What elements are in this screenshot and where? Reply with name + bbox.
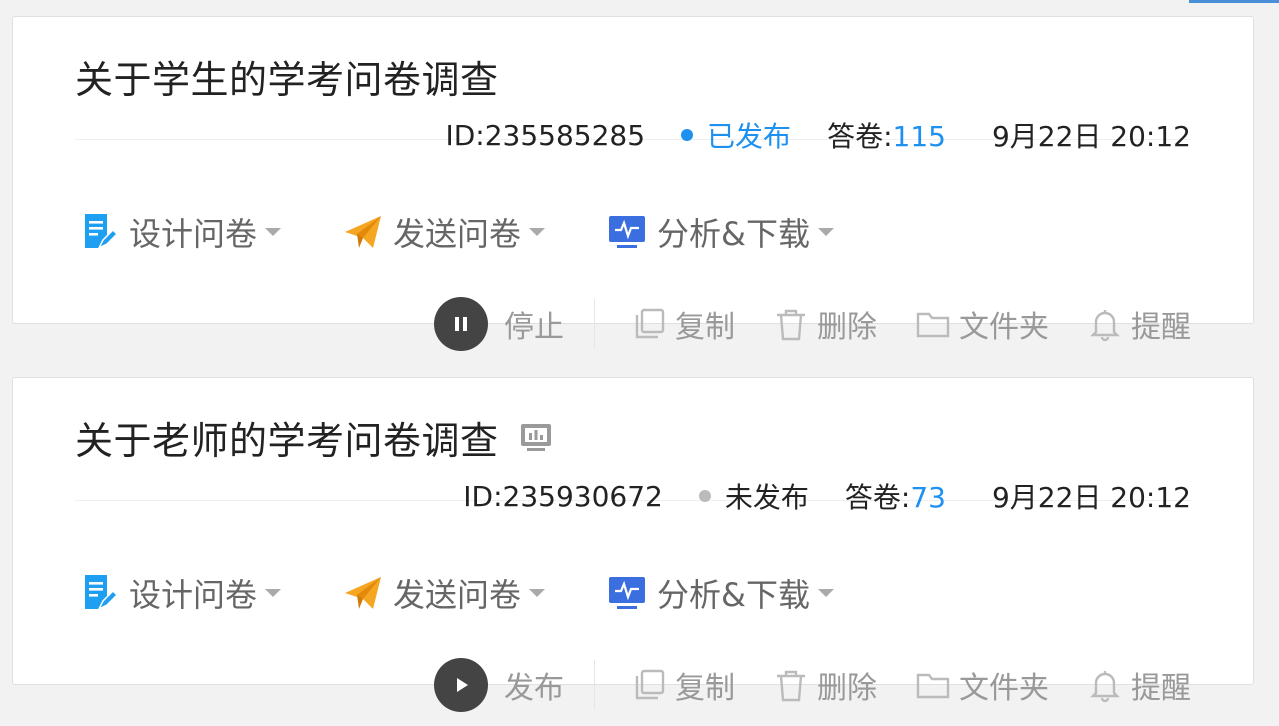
survey-datetime: 9月22日 20:12 bbox=[991, 481, 1191, 514]
stop-button[interactable]: 停止 bbox=[434, 297, 595, 351]
action-bar: 设计问卷 发送问卷 分析&下载 bbox=[79, 209, 834, 255]
remind-button[interactable]: 提醒 bbox=[1087, 302, 1191, 346]
copy-button[interactable]: 复制 bbox=[631, 302, 735, 346]
send-survey-label: 发送问卷 bbox=[393, 215, 522, 253]
publish-button[interactable]: 发布 bbox=[434, 658, 595, 712]
folder-label: 文件夹 bbox=[959, 671, 1049, 706]
paper-plane-icon bbox=[345, 577, 382, 609]
folder-label: 文件夹 bbox=[959, 310, 1049, 345]
trash-icon bbox=[777, 309, 805, 341]
toolbar: 停止 复制 删除 文件夹 提醒 bbox=[434, 297, 1191, 351]
delete-button[interactable]: 删除 bbox=[773, 663, 877, 707]
chevron-down-icon bbox=[818, 589, 834, 597]
remind-button[interactable]: 提醒 bbox=[1087, 663, 1191, 707]
folder-icon bbox=[916, 312, 950, 338]
design-survey-label: 设计问卷 bbox=[129, 576, 258, 614]
survey-title[interactable]: 关于学生的学考问卷调查 bbox=[75, 49, 499, 104]
copy-label: 复制 bbox=[675, 310, 735, 345]
survey-datetime: 9月22日 20:12 bbox=[991, 120, 1191, 153]
delete-label: 删除 bbox=[817, 671, 877, 706]
status-text: 已发布 bbox=[707, 120, 792, 153]
toolbar: 发布 复制 删除 文件夹 提醒 bbox=[434, 658, 1191, 712]
analyze-download-dropdown[interactable]: 分析&下载 bbox=[607, 570, 834, 616]
pause-icon bbox=[434, 297, 488, 351]
copy-icon bbox=[635, 308, 665, 339]
send-survey-dropdown[interactable]: 发送问卷 bbox=[343, 570, 546, 616]
title-row: 关于学生的学考问卷调查 bbox=[75, 49, 499, 104]
chevron-down-icon bbox=[818, 228, 834, 236]
design-doc-icon bbox=[85, 575, 119, 611]
delete-label: 删除 bbox=[817, 310, 877, 345]
design-survey-label: 设计问卷 bbox=[129, 215, 258, 253]
copy-button[interactable]: 复制 bbox=[631, 663, 735, 707]
chevron-down-icon bbox=[265, 228, 282, 236]
survey-id: ID:235930672 bbox=[463, 479, 663, 513]
remind-label: 提醒 bbox=[1131, 310, 1191, 345]
answers-count-link[interactable]: 73 bbox=[910, 481, 946, 514]
status-text: 未发布 bbox=[724, 481, 809, 514]
paper-plane-icon bbox=[345, 216, 382, 248]
survey-id: ID:235585285 bbox=[445, 118, 646, 152]
folder-icon bbox=[916, 673, 950, 699]
bell-icon bbox=[1090, 671, 1120, 703]
analyze-download-dropdown[interactable]: 分析&下载 bbox=[607, 209, 834, 255]
design-survey-dropdown[interactable]: 设计问卷 bbox=[79, 570, 282, 616]
send-survey-dropdown[interactable]: 发送问卷 bbox=[343, 209, 546, 255]
survey-title[interactable]: 关于老师的学考问卷调查 bbox=[75, 410, 499, 465]
analytics-monitor-icon bbox=[609, 577, 646, 609]
action-bar: 设计问卷 发送问卷 分析&下载 bbox=[79, 570, 834, 616]
chevron-down-icon bbox=[529, 228, 546, 236]
survey-card: 关于老师的学考问卷调查 ID:235930672 未发布 答卷:73 9月22日… bbox=[12, 377, 1254, 712]
answers-label: 答卷: bbox=[844, 481, 911, 514]
copy-label: 复制 bbox=[675, 671, 735, 706]
folder-button[interactable]: 文件夹 bbox=[915, 302, 1049, 346]
bell-icon bbox=[1090, 310, 1120, 342]
delete-button[interactable]: 删除 bbox=[773, 302, 877, 346]
analyze-download-label: 分析&下载 bbox=[657, 215, 810, 253]
design-doc-icon bbox=[85, 214, 119, 250]
analytics-monitor-icon bbox=[609, 216, 646, 248]
chevron-down-icon bbox=[265, 589, 282, 597]
presentation-chart-icon[interactable] bbox=[519, 420, 553, 454]
copy-icon bbox=[635, 669, 665, 700]
stop-label: 停止 bbox=[504, 310, 564, 345]
status-dot-icon bbox=[698, 490, 711, 502]
answers-count-link[interactable]: 115 bbox=[893, 120, 946, 153]
answers-count: 答卷:115 bbox=[827, 115, 946, 155]
answers-count: 答卷:73 bbox=[845, 476, 946, 516]
publish-label: 发布 bbox=[504, 671, 564, 706]
status-dot-icon bbox=[681, 129, 694, 141]
chevron-down-icon bbox=[529, 589, 546, 597]
analyze-download-label: 分析&下载 bbox=[657, 576, 810, 614]
survey-meta: ID:235930672 未发布 答卷:73 9月22日 20:12 bbox=[463, 476, 1191, 516]
title-row: 关于老师的学考问卷调查 bbox=[75, 410, 553, 465]
folder-button[interactable]: 文件夹 bbox=[915, 663, 1049, 707]
answers-label: 答卷: bbox=[827, 120, 893, 153]
survey-card: 关于学生的学考问卷调查 ID:235585285 已发布 答卷:115 9月22… bbox=[12, 16, 1254, 351]
status-badge: 已发布 bbox=[681, 115, 791, 155]
top-accent-bar bbox=[1189, 0, 1279, 3]
remind-label: 提醒 bbox=[1131, 671, 1191, 706]
survey-meta: ID:235585285 已发布 答卷:115 9月22日 20:12 bbox=[445, 115, 1191, 155]
play-icon bbox=[434, 658, 488, 712]
trash-icon bbox=[777, 670, 805, 702]
send-survey-label: 发送问卷 bbox=[393, 576, 522, 614]
status-badge: 未发布 bbox=[698, 476, 809, 516]
design-survey-dropdown[interactable]: 设计问卷 bbox=[79, 209, 282, 255]
